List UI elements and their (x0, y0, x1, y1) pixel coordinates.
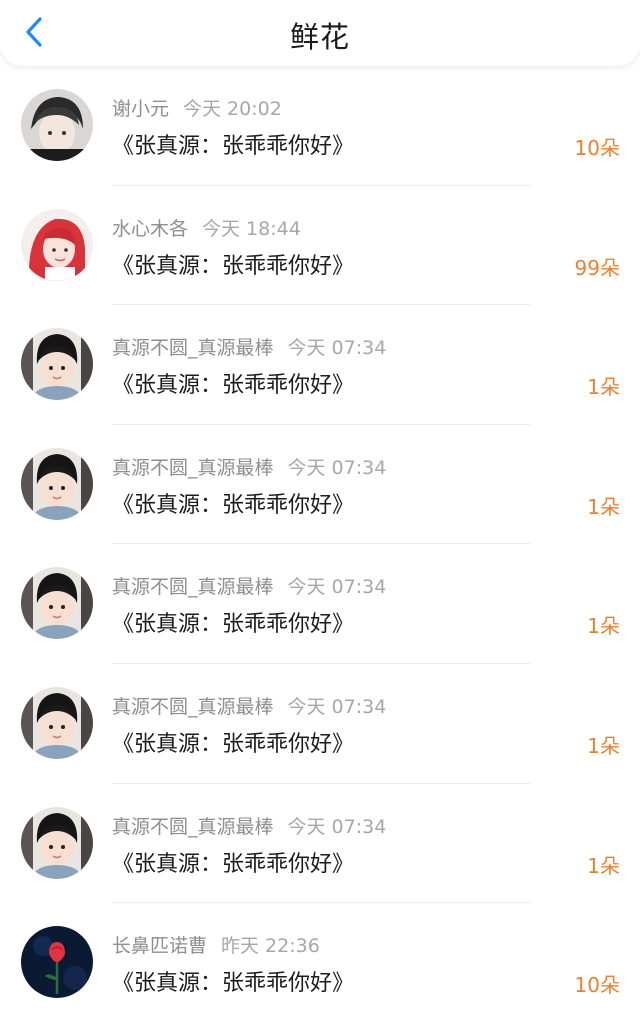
list-item[interactable]: 真源不圆_真源最棒 今天 07:34 《张真源：张乖乖你好》 1朵 (0, 425, 640, 545)
list-item[interactable]: 真源不圆_真源最棒 今天 07:34 《张真源：张乖乖你好》 1朵 (0, 544, 640, 664)
avatar-boy-icon (21, 328, 93, 401)
timestamp: 昨天 22:36 (221, 935, 320, 958)
user-name[interactable]: 真源不圆_真源最棒 (112, 696, 274, 718)
user-name[interactable]: 真源不圆_真源最棒 (112, 457, 274, 479)
user-name[interactable]: 真源不圆_真源最棒 (112, 816, 274, 838)
timestamp: 今天 07:34 (287, 456, 387, 479)
page-title: 鲜花 (289, 20, 350, 54)
list-item[interactable]: 真源不圆_真源最棒 今天 07:34 《张真源：张乖乖你好》 1朵 (0, 305, 640, 425)
user-name[interactable]: 谢小元 (112, 98, 169, 120)
timestamp: 今天 18:44 (202, 217, 301, 240)
list-item[interactable]: 长鼻匹诺曹 昨天 22:36 《张真源：张乖乖你好》 10朵 (0, 903, 640, 1011)
timestamp: 今天 07:34 (287, 337, 387, 360)
avatar[interactable] (21, 208, 93, 281)
flower-count: 1朵 (587, 494, 620, 519)
message-text: 《张真源：张乖乖你好》 (112, 134, 355, 159)
avatar-red-hair-icon (21, 208, 93, 281)
flower-count: 1朵 (587, 375, 620, 400)
list-item[interactable]: 真源不圆_真源最棒 今天 07:34 《张真源：张乖乖你好》 1朵 (0, 784, 640, 904)
item-meta: 真源不圆_真源最棒 今天 07:34 (112, 453, 386, 480)
item-meta: 长鼻匹诺曹 昨天 22:36 (112, 931, 320, 958)
user-name[interactable]: 长鼻匹诺曹 (112, 935, 207, 957)
message-text: 《张真源：张乖乖你好》 (112, 731, 355, 757)
message-text: 《张真源：张乖乖你好》 (112, 612, 355, 638)
timestamp: 今天 07:34 (287, 695, 387, 718)
message-text: 《张真源：张乖乖你好》 (112, 492, 355, 518)
user-name[interactable]: 水心木各 (112, 218, 188, 240)
avatar[interactable] (21, 328, 93, 401)
avatar-boy-icon (21, 447, 93, 520)
flower-count: 1朵 (587, 614, 620, 639)
avatar-boy-icon (21, 567, 93, 640)
message-text: 《张真源：张乖乖你好》 (112, 971, 355, 997)
avatar-boy-icon (21, 806, 93, 879)
avatar[interactable] (21, 447, 93, 520)
avatar[interactable] (21, 686, 93, 759)
message-text: 《张真源：张乖乖你好》 (112, 373, 355, 399)
timestamp: 今天 07:34 (287, 576, 387, 599)
avatar-rose-icon (21, 926, 93, 999)
flower-count: 1朵 (587, 733, 620, 758)
item-meta: 真源不圆_真源最棒 今天 07:34 (112, 692, 386, 719)
item-meta: 真源不圆_真源最棒 今天 07:34 (112, 812, 386, 839)
message-text: 《张真源：张乖乖你好》 (112, 253, 355, 279)
avatar[interactable] (21, 926, 93, 999)
item-meta: 真源不圆_真源最棒 今天 07:34 (112, 572, 386, 599)
timestamp: 今天 07:34 (287, 815, 387, 838)
avatar-girl-gray-icon (21, 89, 93, 161)
flower-count: 10朵 (574, 136, 620, 160)
avatar[interactable] (21, 806, 93, 879)
flower-gift-list: 谢小元 今天 20:02 《张真源：张乖乖你好》 10朵 水心木各 今天 18:… (0, 66, 640, 1011)
avatar[interactable] (21, 567, 93, 640)
flower-count: 99朵 (574, 255, 620, 280)
user-name[interactable]: 真源不圆_真源最棒 (112, 337, 274, 359)
avatar-boy-icon (21, 686, 93, 759)
flowers-page: 鲜花 谢小元 今天 20:02 《张真源：张乖乖你好》 10朵 水心木各 今天 … (0, 0, 640, 1011)
timestamp: 今天 20:02 (183, 98, 282, 120)
user-name[interactable]: 真源不圆_真源最棒 (112, 576, 274, 598)
flower-count: 10朵 (574, 973, 620, 998)
top-bar: 鲜花 (0, 0, 640, 66)
flower-count: 1朵 (587, 853, 620, 878)
item-meta: 谢小元 今天 20:02 (112, 94, 282, 121)
item-meta: 真源不圆_真源最棒 今天 07:34 (112, 333, 386, 360)
message-text: 《张真源：张乖乖你好》 (112, 851, 355, 877)
list-item[interactable]: 谢小元 今天 20:02 《张真源：张乖乖你好》 10朵 (0, 66, 640, 186)
item-meta: 水心木各 今天 18:44 (112, 214, 301, 241)
list-item[interactable]: 水心木各 今天 18:44 《张真源：张乖乖你好》 99朵 (0, 186, 640, 306)
avatar[interactable] (21, 89, 93, 161)
list-item[interactable]: 真源不圆_真源最棒 今天 07:34 《张真源：张乖乖你好》 1朵 (0, 664, 640, 784)
